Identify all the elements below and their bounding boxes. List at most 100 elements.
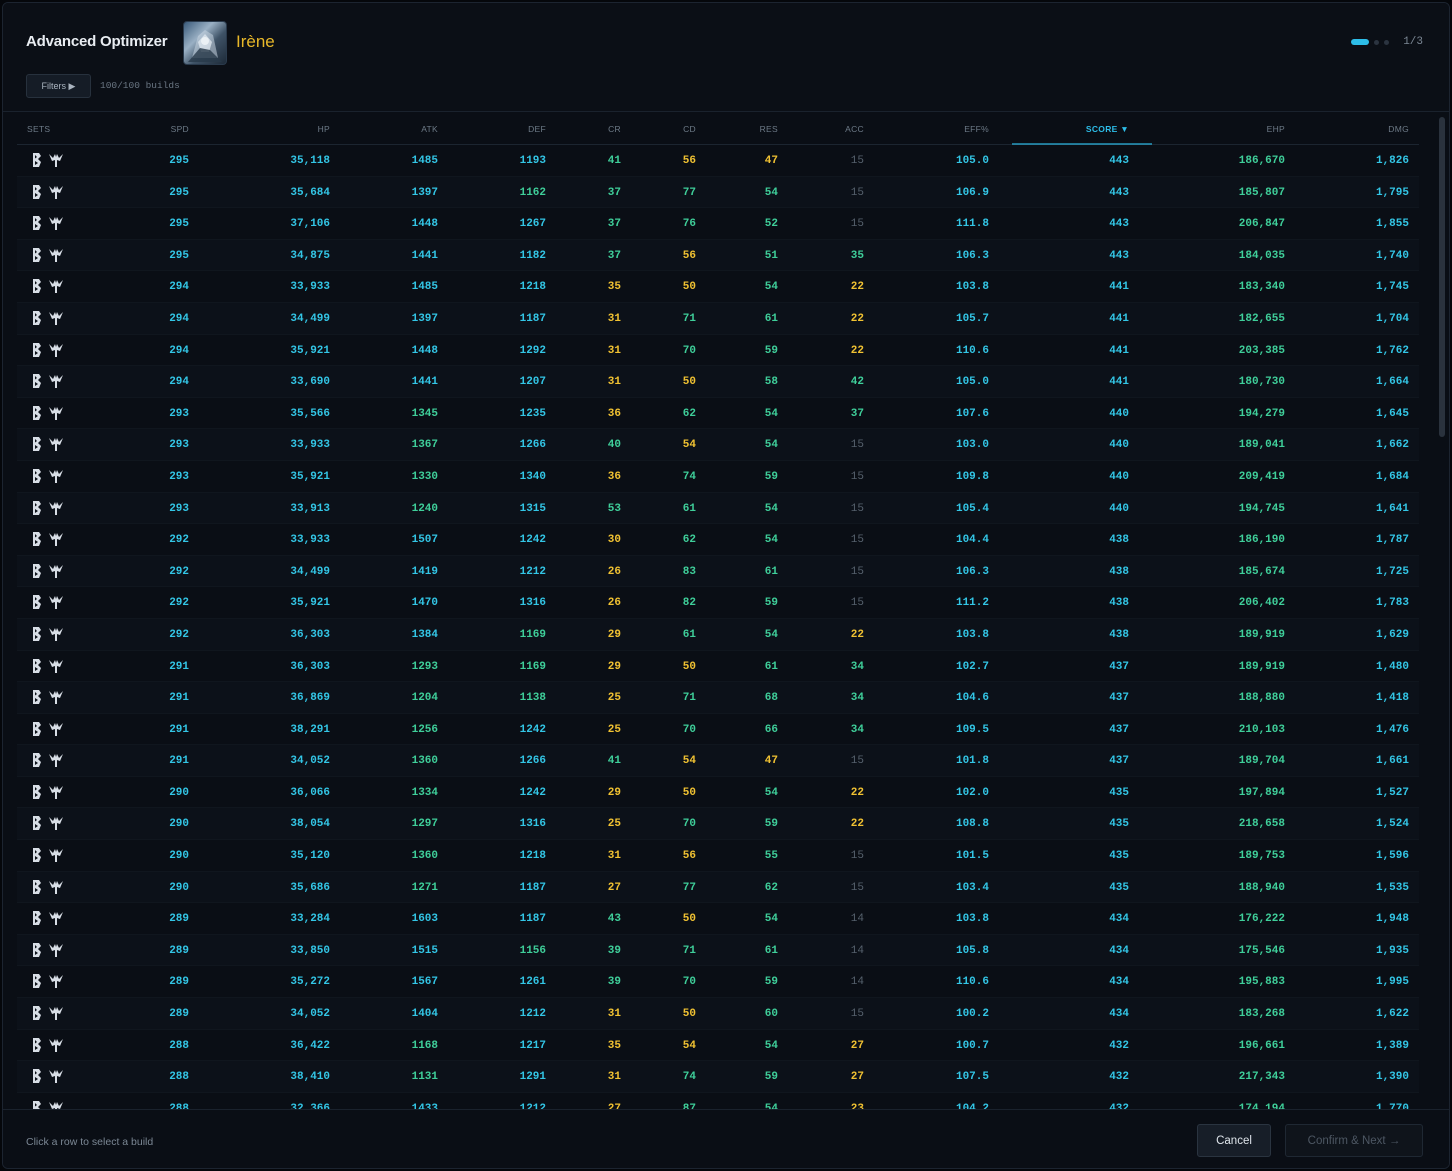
table-row[interactable]: 290 35,120 1360 1218 31 56 55 15 101.5 435 189,753… (17, 840, 1419, 872)
cell-spd: 294 (169, 344, 189, 357)
cell-res: 61 (764, 565, 778, 578)
cell-atk: 1507 (411, 534, 438, 547)
table-row[interactable]: 289 33,850 1515 1156 39 71 61 14 105.8 434 175,546… (17, 934, 1419, 967)
table-row[interactable]: 288 38,410 1131 1291 31 74 59 27 107.5 432 217,343… (17, 1061, 1419, 1093)
cell-eff: 109.8 (955, 470, 989, 483)
cell-acc: 22 (850, 628, 864, 641)
col-def[interactable]: DEF (528, 124, 546, 134)
cell-ehp: 195,883 (1238, 976, 1285, 989)
cell-cd: 54 (682, 439, 696, 452)
col-score[interactable]: SCORE ▼ (1086, 124, 1129, 134)
table-row[interactable]: 294 33,933 1485 1218 35 50 54 22 103.8 441 183,340… (17, 271, 1419, 303)
table-row[interactable]: 295 34,875 1441 1182 37 56 51 35 106.3 443 184,035… (17, 239, 1419, 272)
col-cr[interactable]: CR (608, 124, 621, 134)
table-row[interactable]: 293 35,566 1345 1235 36 62 54 37 107.6 440 194,279… (17, 398, 1419, 430)
confirm-next-button[interactable]: Confirm & Next → (1285, 1124, 1423, 1157)
cell-spd: 288 (169, 1071, 189, 1084)
table-row[interactable]: 292 35,921 1470 1316 26 82 59 15 111.2 438 206,402… (17, 587, 1419, 619)
cell-score: 443 (1109, 249, 1129, 262)
footer-hint: Click a row to select a build (26, 1136, 154, 1148)
cell-hp: 36,303 (290, 628, 330, 641)
table-row[interactable]: 291 36,303 1293 1169 29 50 61 34 102.7 437 189,919… (17, 651, 1419, 683)
table-row[interactable]: 291 36,869 1204 1138 25 71 68 34 104.6 437 188,880… (17, 682, 1419, 714)
scrollbar-thumb[interactable] (1439, 117, 1445, 437)
col-res[interactable]: RES (760, 124, 778, 134)
cell-res: 61 (764, 660, 778, 673)
cell-score: 438 (1109, 534, 1129, 547)
cell-def: 1162 (519, 186, 546, 199)
set-icons (31, 531, 64, 547)
table-row[interactable]: 293 35,921 1330 1340 36 74 59 15 109.8 440 209,419… (17, 461, 1419, 493)
col-ehp[interactable]: EHP (1267, 124, 1285, 134)
cell-ehp: 218,658 (1238, 818, 1285, 831)
table-row[interactable]: 293 33,913 1240 1315 53 61 54 15 105.4 440 194,745… (17, 492, 1419, 525)
cell-score: 438 (1109, 565, 1129, 578)
cell-atk: 1204 (411, 692, 438, 705)
table-row[interactable]: 292 36,303 1384 1169 29 61 54 22 103.8 438 189,919… (17, 618, 1419, 651)
table-row[interactable]: 291 38,291 1256 1242 25 70 66 34 109.5 437 210,103… (17, 714, 1419, 746)
table-row[interactable]: 290 35,686 1271 1187 27 77 62 15 103.4 435 188,940… (17, 871, 1419, 904)
cell-cd: 70 (682, 818, 696, 831)
table-row[interactable]: 288 32,366 1433 1212 27 87 54 23 104.2 432 174,194… (17, 1093, 1419, 1109)
destruction-set-icon (49, 785, 63, 799)
table-row[interactable]: 293 33,933 1367 1266 40 54 54 15 103.0 440 189,041… (17, 429, 1419, 461)
speed-set-icon (33, 468, 41, 483)
cell-eff: 105.8 (955, 944, 989, 957)
cell-ehp: 206,402 (1238, 597, 1285, 610)
col-sets[interactable]: SETS (27, 124, 50, 134)
cell-acc: 27 (850, 1039, 864, 1052)
col-spd[interactable]: SPD (171, 124, 189, 134)
cell-res: 54 (764, 534, 778, 547)
page-dot-3[interactable] (1384, 39, 1390, 45)
cell-def: 1235 (519, 407, 546, 420)
cell-hp: 33,933 (290, 281, 330, 294)
cell-ehp: 189,753 (1238, 850, 1285, 863)
cell-spd: 295 (169, 186, 189, 199)
col-dmg[interactable]: DMG (1388, 124, 1409, 134)
cell-cd: 76 (682, 218, 696, 231)
speed-set-icon (33, 911, 41, 926)
table-row[interactable]: 289 33,284 1603 1187 43 50 54 14 103.8 434 176,222… (17, 903, 1419, 935)
cell-hp: 36,066 (290, 786, 330, 799)
col-acc[interactable]: ACC (845, 124, 864, 134)
page-dot-2[interactable] (1374, 39, 1380, 45)
cell-atk: 1448 (411, 344, 438, 357)
table-row[interactable]: 289 34,052 1404 1212 31 50 60 15 100.2 434 183,268… (17, 998, 1419, 1030)
cancel-button[interactable]: Cancel (1197, 1124, 1271, 1157)
table-row[interactable]: 295 35,684 1397 1162 37 77 54 15 106.9 443 185,807… (17, 176, 1419, 209)
cell-ehp: 176,222 (1238, 913, 1285, 926)
table-row[interactable]: 288 36,422 1168 1217 35 54 54 27 100.7 432 196,661… (17, 1030, 1419, 1062)
cell-res: 68 (764, 692, 778, 705)
cell-def: 1266 (519, 439, 546, 452)
col-hp[interactable]: HP (318, 124, 330, 134)
table-row[interactable]: 292 33,933 1507 1242 30 62 54 15 104.4 438 186,190… (17, 524, 1419, 556)
cell-res: 54 (764, 913, 778, 926)
cell-ehp: 184,035 (1238, 249, 1285, 262)
destruction-set-icon (49, 1038, 63, 1052)
table-row[interactable]: 290 38,054 1297 1316 25 70 59 22 108.8 435 218,658… (17, 808, 1419, 841)
table-row[interactable]: 292 34,499 1419 1212 26 83 61 15 106.3 438 185,674… (17, 555, 1419, 588)
table-row[interactable]: 295 37,106 1448 1267 37 76 52 15 111.8 443 206,847… (17, 208, 1419, 240)
table-row[interactable]: 294 33,690 1441 1207 31 50 58 42 105.0 441 180,730… (17, 366, 1419, 398)
destruction-set-icon (49, 754, 63, 768)
col-eff[interactable]: EFF% (964, 124, 989, 134)
page-dot-1[interactable] (1351, 39, 1370, 45)
table-row[interactable]: 291 34,052 1360 1266 41 54 47 15 101.8 437 189,704… (17, 745, 1419, 777)
table-row[interactable]: 290 36,066 1334 1242 29 50 54 22 102.0 435 197,894… (17, 777, 1419, 809)
cell-dmg: 1,855 (1375, 218, 1409, 231)
cell-cr: 29 (607, 628, 621, 641)
cell-res: 59 (764, 1071, 778, 1084)
table-row[interactable]: 289 35,272 1567 1261 39 70 59 14 110.6 434 195,883… (17, 966, 1419, 999)
cell-res: 62 (764, 881, 778, 894)
table-row[interactable]: 294 34,499 1397 1187 31 71 61 22 105.7 441 182,655… (17, 302, 1419, 335)
table-row[interactable]: 295 35,118 1485 1193 41 56 47 15 105.0 443 186,670… (17, 145, 1419, 177)
col-cd[interactable]: CD (683, 124, 696, 134)
cell-dmg: 1,527 (1375, 786, 1409, 799)
set-icons (31, 752, 64, 768)
cell-atk: 1515 (411, 944, 438, 957)
table-row[interactable]: 294 35,921 1448 1292 31 70 59 22 110.6 441 203,385… (17, 335, 1419, 367)
filters-button[interactable]: Filters ▶ (26, 74, 91, 98)
cell-score: 441 (1109, 281, 1129, 294)
cell-atk: 1360 (411, 850, 438, 863)
col-atk[interactable]: ATK (421, 124, 438, 134)
